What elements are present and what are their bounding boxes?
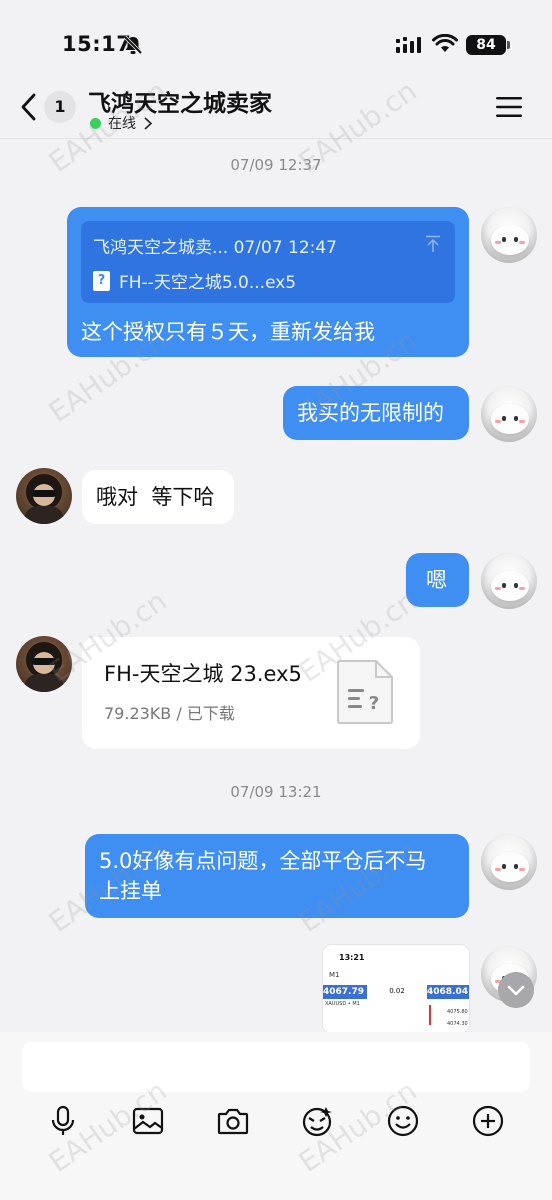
thumb-price-2: 4074.30 bbox=[447, 1021, 468, 1027]
thumb-price-1: 4075.80 bbox=[447, 1009, 468, 1015]
chevron-right-icon[interactable] bbox=[143, 116, 153, 131]
status-bar: 15:17 84 bbox=[0, 0, 552, 90]
image-icon[interactable] bbox=[131, 1104, 165, 1138]
seller-avatar[interactable] bbox=[16, 468, 72, 524]
outgoing-message-bubble[interactable]: 我买的无限制的 bbox=[283, 386, 469, 440]
thumb-candle bbox=[429, 1005, 431, 1025]
unread-count-badge[interactable]: 1 bbox=[44, 91, 76, 123]
mic-icon[interactable] bbox=[46, 1104, 80, 1138]
sticker-icon[interactable] bbox=[300, 1104, 334, 1138]
scroll-down-icon[interactable] bbox=[498, 972, 534, 1008]
thumb-time: 13:21 bbox=[339, 953, 365, 962]
message-text-line: 上挂单 bbox=[99, 879, 162, 903]
thumb-sell-price: 4067.79 bbox=[323, 985, 367, 999]
self-avatar[interactable] bbox=[481, 553, 537, 609]
thumb-buy-price: 4068.04 bbox=[427, 985, 469, 999]
message-text: 这个授权只有５天，重新发给我 bbox=[81, 320, 375, 344]
chat-header: 1 飞鸿天空之城卖家 在线 bbox=[0, 78, 552, 138]
input-panel bbox=[0, 1032, 552, 1200]
message-text: 哦对 等下哈 bbox=[96, 485, 215, 509]
jump-to-quote-icon[interactable] bbox=[425, 235, 441, 253]
battery-indicator: 84 bbox=[466, 35, 510, 55]
message-timestamp: 07/09 13:21 bbox=[230, 783, 322, 801]
quote-sender-time: 飞鸿天空之城卖... 07/07 12:47 bbox=[93, 238, 338, 258]
thumb-symbol: XAUUSD • M1 bbox=[325, 1001, 360, 1007]
online-status-text[interactable]: 在线 bbox=[108, 113, 136, 133]
file-message-card[interactable]: FH-天空之城 23.ex5 79.23KB / 已下载 ? bbox=[82, 637, 420, 749]
seller-avatar[interactable] bbox=[16, 636, 72, 692]
outgoing-message-bubble[interactable]: 5.0好像有点问题，全部平仓后不马 上挂单 bbox=[85, 834, 469, 918]
self-avatar[interactable] bbox=[481, 386, 537, 442]
file-icon: ? bbox=[337, 660, 393, 724]
online-status-dot bbox=[90, 118, 101, 129]
message-text: 我买的无限制的 bbox=[297, 401, 444, 425]
message-text-line: 5.0好像有点问题，全部平仓后不马 bbox=[99, 849, 427, 873]
menu-icon[interactable] bbox=[496, 96, 522, 118]
image-message-thumbnail[interactable]: 13:21 M1 4067.79 0.02 4068.04 XAUUSD • M… bbox=[322, 944, 470, 1034]
status-time: 15:17 bbox=[62, 32, 132, 56]
bell-off-icon bbox=[123, 35, 143, 55]
self-avatar[interactable] bbox=[481, 834, 537, 890]
wifi-icon bbox=[432, 34, 458, 52]
header-divider bbox=[0, 138, 552, 139]
quote-file-name: FH--天空之城5.0...ex5 bbox=[119, 273, 297, 293]
message-timestamp: 07/09 12:37 bbox=[230, 156, 322, 174]
signal-icon bbox=[396, 37, 421, 53]
incoming-message-bubble[interactable]: 哦对 等下哈 bbox=[82, 470, 234, 524]
file-name: FH-天空之城 23.ex5 bbox=[104, 662, 302, 686]
svg-text:?: ? bbox=[369, 693, 379, 714]
thumb-lot-size: 0.02 bbox=[389, 987, 405, 995]
outgoing-message-bubble[interactable]: 飞鸿天空之城卖... 07/07 12:47 ? FH--天空之城5.0...e… bbox=[67, 207, 469, 357]
unknown-file-icon: ? bbox=[93, 271, 110, 291]
back-icon[interactable] bbox=[18, 92, 40, 122]
message-input[interactable] bbox=[22, 1042, 530, 1092]
outgoing-message-bubble[interactable]: 嗯 bbox=[406, 553, 469, 607]
camera-icon[interactable] bbox=[216, 1104, 250, 1138]
thumb-label: M1 bbox=[329, 971, 340, 979]
plus-icon[interactable] bbox=[471, 1104, 505, 1138]
message-text: 嗯 bbox=[426, 568, 447, 592]
emoji-icon[interactable] bbox=[386, 1104, 420, 1138]
thumb-price-level: 4075.80 4074.30 bbox=[447, 1009, 468, 1027]
quoted-file-message[interactable]: 飞鸿天空之城卖... 07/07 12:47 ? FH--天空之城5.0...e… bbox=[81, 221, 455, 303]
self-avatar[interactable] bbox=[481, 207, 537, 263]
file-size-status: 79.23KB / 已下载 bbox=[104, 704, 235, 723]
